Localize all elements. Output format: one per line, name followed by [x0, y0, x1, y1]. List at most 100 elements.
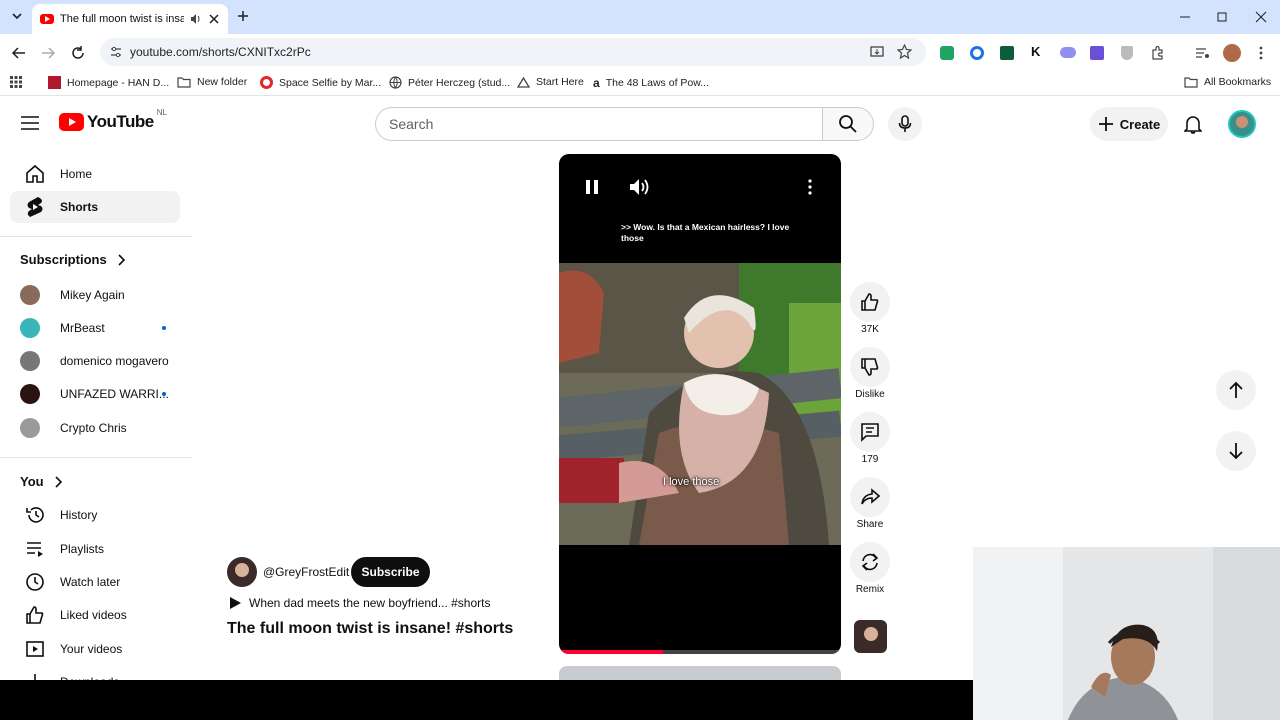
- reload-icon[interactable]: [70, 45, 86, 61]
- you-heading[interactable]: You: [20, 474, 62, 489]
- voice-search-button[interactable]: [888, 107, 922, 141]
- account-avatar[interactable]: [1228, 110, 1256, 138]
- subscription-item[interactable]: domenico mogavero: [20, 348, 170, 374]
- youtube-logo[interactable]: YouTube NL: [59, 108, 167, 132]
- bookmark-item[interactable]: Start Here: [517, 76, 584, 88]
- back-icon[interactable]: [11, 45, 27, 61]
- short-title[interactable]: The full moon twist is insane! #shorts: [227, 620, 513, 638]
- your-videos-icon: [10, 639, 60, 659]
- arrow-down-icon: [1229, 443, 1243, 460]
- subscription-item[interactable]: MrBeast: [20, 315, 170, 341]
- remix-icon: [861, 553, 879, 571]
- sidebar-item-liked-videos[interactable]: Liked videos: [10, 599, 180, 631]
- like-count: 37K: [861, 324, 879, 335]
- sidebar-divider: [0, 457, 192, 458]
- extension-green-icon[interactable]: [940, 46, 954, 60]
- extension-blue-circle-icon[interactable]: [970, 46, 984, 60]
- extension-cloud-icon[interactable]: [1060, 47, 1076, 58]
- space-selfie-favicon-icon: [260, 76, 273, 89]
- site-info-icon[interactable]: [110, 46, 122, 58]
- channel-avatar: [20, 384, 40, 404]
- extension-shield-icon[interactable]: [1121, 46, 1133, 60]
- thumbs-down-icon: [861, 358, 879, 376]
- youtube-logo-icon: [59, 113, 84, 131]
- sound-thumbnail[interactable]: [854, 620, 887, 653]
- subscriptions-heading[interactable]: Subscriptions: [20, 252, 125, 267]
- sidebar-item-shorts[interactable]: Shorts: [10, 191, 180, 223]
- notifications-bell-icon[interactable]: [1184, 114, 1202, 134]
- like-button[interactable]: [850, 282, 890, 322]
- sidebar-item-home[interactable]: Home: [10, 158, 180, 190]
- extensions-puzzle-icon[interactable]: [1150, 45, 1166, 61]
- channel-handle[interactable]: @GreyFrostEdit: [263, 565, 349, 579]
- search-input[interactable]: Search: [375, 107, 823, 141]
- bookmark-item[interactable]: Péter Herczeg (stud...: [389, 76, 510, 89]
- comments-button[interactable]: [850, 412, 890, 452]
- guide-menu-icon[interactable]: [21, 116, 39, 130]
- subscription-item[interactable]: Crypto Chris: [20, 415, 170, 441]
- plus-icon: [1098, 117, 1113, 131]
- next-short-button[interactable]: [1216, 431, 1256, 471]
- install-app-icon[interactable]: [870, 45, 884, 59]
- subscription-item[interactable]: Mikey Again: [20, 282, 170, 308]
- bookmark-item[interactable]: a The 48 Laws of Pow...: [593, 76, 709, 90]
- progress-bar[interactable]: [559, 650, 841, 654]
- restore-icon[interactable]: [1215, 10, 1229, 24]
- forward-icon[interactable]: [40, 45, 56, 61]
- next-short-preview[interactable]: [559, 666, 841, 680]
- extension-check-icon[interactable]: [1000, 46, 1014, 60]
- remix-button[interactable]: [850, 542, 890, 582]
- share-action[interactable]: Share: [850, 477, 890, 530]
- dislike-label: Dislike: [855, 389, 885, 400]
- apps-grid-icon[interactable]: [10, 76, 22, 88]
- bookmark-item[interactable]: New folder: [177, 76, 247, 88]
- bookmark-star-icon[interactable]: [897, 44, 912, 59]
- tab-search-icon[interactable]: [10, 9, 24, 23]
- shorts-icon: [10, 196, 60, 218]
- shorts-player[interactable]: >> Wow. Is that a Mexican hairless? I lo…: [559, 154, 841, 654]
- more-options-icon[interactable]: [807, 179, 813, 195]
- remix-action[interactable]: Remix: [850, 542, 890, 595]
- sidebar-item-your-videos[interactable]: Your videos: [10, 633, 180, 665]
- sidebar-item-watch-later[interactable]: Watch later: [10, 566, 180, 598]
- extension-u-icon[interactable]: [1090, 46, 1104, 60]
- search-icon: [839, 115, 857, 133]
- minimize-icon[interactable]: [1178, 10, 1192, 24]
- browser-tab[interactable]: The full moon twist is insane! #shorts: [32, 4, 228, 34]
- all-bookmarks[interactable]: All Bookmarks: [1184, 76, 1271, 88]
- pause-icon[interactable]: [584, 178, 600, 196]
- search-button[interactable]: [822, 107, 874, 141]
- amazon-favicon-icon: a: [593, 76, 600, 90]
- play-icon: [230, 597, 241, 609]
- clock-icon: [10, 572, 60, 592]
- new-tab-icon[interactable]: [236, 9, 250, 23]
- address-bar[interactable]: youtube.com/shorts/CXNITxc2rPc: [100, 38, 926, 66]
- share-button[interactable]: [850, 477, 890, 517]
- window-close-icon[interactable]: [1254, 10, 1268, 24]
- dislike-button[interactable]: [850, 347, 890, 387]
- profile-avatar[interactable]: [1223, 44, 1241, 62]
- tab-audio-icon[interactable]: [190, 13, 202, 25]
- previous-short-button[interactable]: [1216, 370, 1256, 410]
- sidebar-item-playlists[interactable]: Playlists: [10, 533, 180, 565]
- comments-action[interactable]: 179: [850, 412, 890, 465]
- browser-menu-icon[interactable]: [1258, 45, 1264, 61]
- new-content-dot: [162, 392, 166, 396]
- sidebar-item-history[interactable]: History: [10, 499, 180, 531]
- share-label: Share: [856, 519, 884, 530]
- channel-avatar[interactable]: [227, 557, 257, 587]
- subscribe-button[interactable]: Subscribe: [351, 557, 430, 587]
- caption-inline: I love those: [663, 476, 720, 488]
- extension-k-icon[interactable]: K: [1031, 44, 1040, 59]
- dislike-action[interactable]: Dislike: [850, 347, 890, 400]
- create-button[interactable]: Create: [1090, 107, 1168, 141]
- tab-close-icon[interactable]: [208, 13, 220, 25]
- sound-link[interactable]: When dad meets the new boyfriend... #sho…: [229, 596, 490, 610]
- media-control-icon[interactable]: [1194, 45, 1210, 61]
- like-action[interactable]: 37K: [850, 282, 890, 335]
- subscription-item[interactable]: UNFAZED WARRI...: [20, 381, 170, 407]
- sidebar-divider: [0, 236, 192, 237]
- bookmark-item[interactable]: Space Selfie by Mar...: [260, 76, 381, 89]
- volume-icon[interactable]: [629, 177, 651, 197]
- bookmark-item[interactable]: Homepage - HAN D...: [48, 76, 169, 89]
